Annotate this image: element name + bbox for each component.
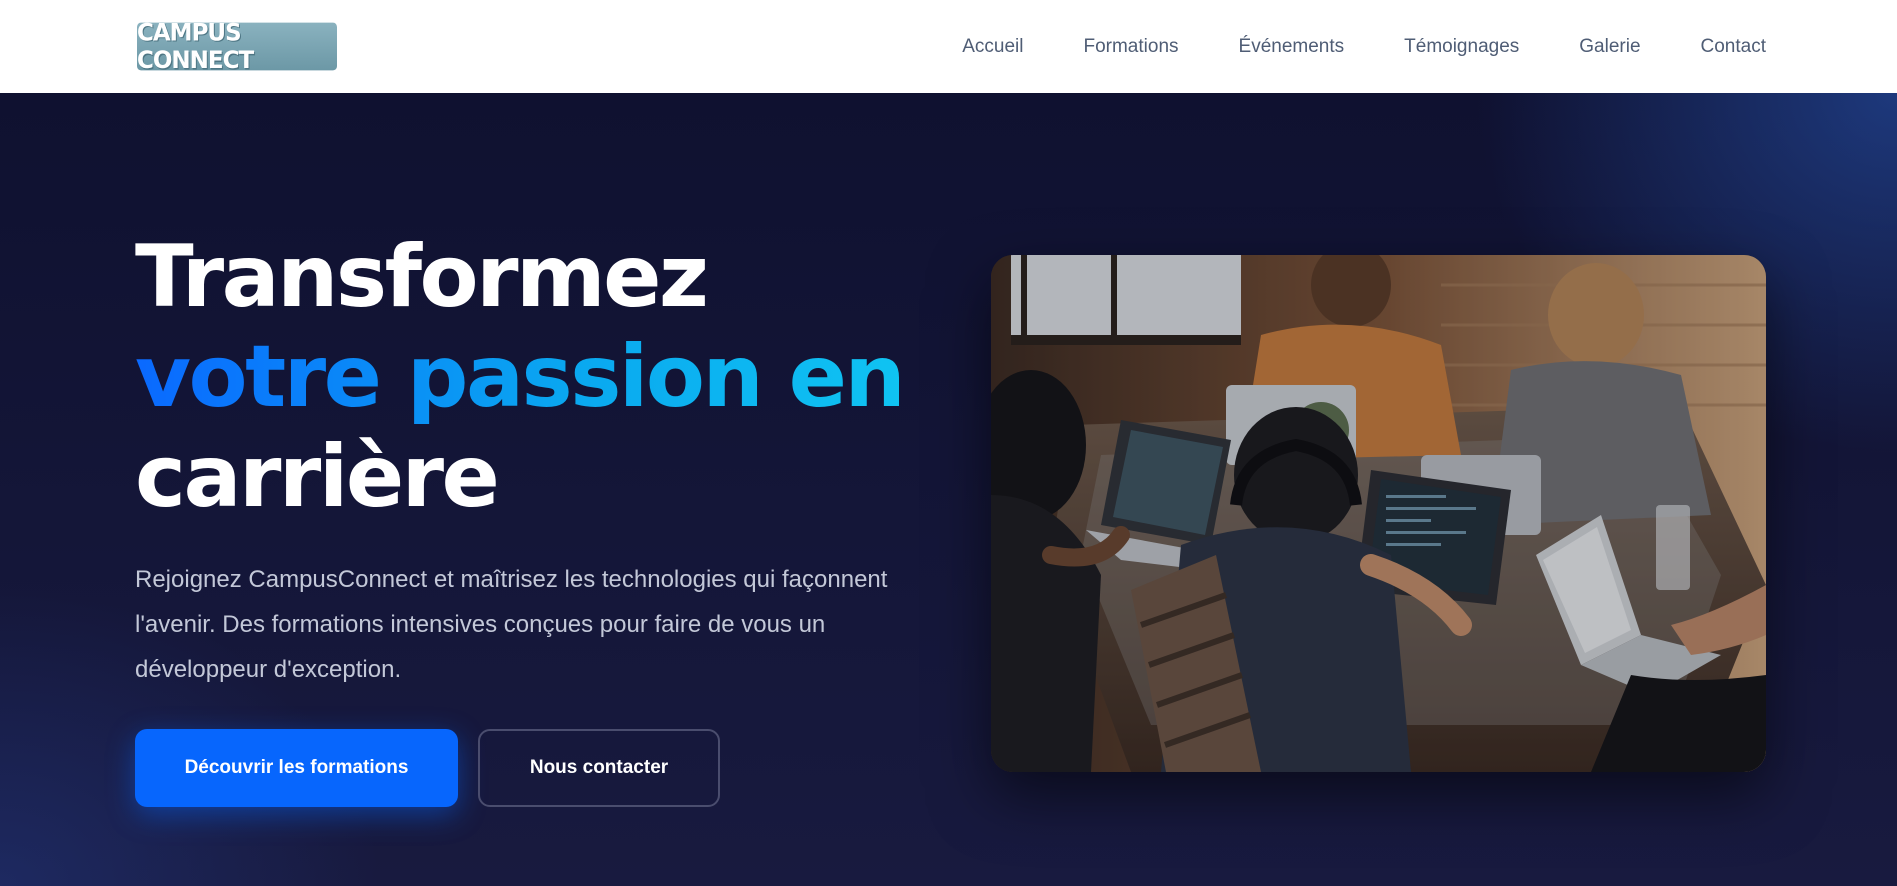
hero-title-line-3: carrière [135, 427, 500, 527]
nav-link-accueil[interactable]: Accueil [962, 36, 1023, 58]
hero-title-line-1: Transformez [135, 227, 709, 327]
nav-link-formations[interactable]: Formations [1083, 36, 1178, 58]
campus-connect-logo[interactable]: CAMPUS CONNECT [137, 19, 337, 74]
nav-link-contact[interactable]: Contact [1701, 36, 1766, 58]
hero-title-line-2-highlight: votre passion en [135, 327, 935, 427]
hero-subtitle: Rejoignez CampusConnect et maîtrisez les… [135, 566, 888, 683]
main-nav: Accueil Formations Événements Témoignage… [962, 36, 1766, 58]
contact-us-button[interactable]: Nous contacter [478, 729, 720, 807]
hero-title: Transformez votre passion en carrière [135, 227, 935, 527]
site-header: CAMPUS CONNECT Accueil Formations Événem… [0, 0, 1897, 93]
hero-photo [991, 255, 1766, 772]
photo-students-coding-icon [991, 255, 1766, 772]
hero-section: Transformez votre passion en carrière Re… [0, 93, 1897, 886]
nav-link-evenements[interactable]: Événements [1239, 36, 1345, 58]
discover-formations-button[interactable]: Découvrir les formations [135, 729, 458, 807]
nav-link-galerie[interactable]: Galerie [1579, 36, 1640, 58]
hero-text: Transformez votre passion en carrière Re… [135, 227, 935, 692]
hero-cta-group: Découvrir les formations Nous contacter [135, 729, 720, 807]
nav-link-temoignages[interactable]: Témoignages [1404, 36, 1519, 58]
